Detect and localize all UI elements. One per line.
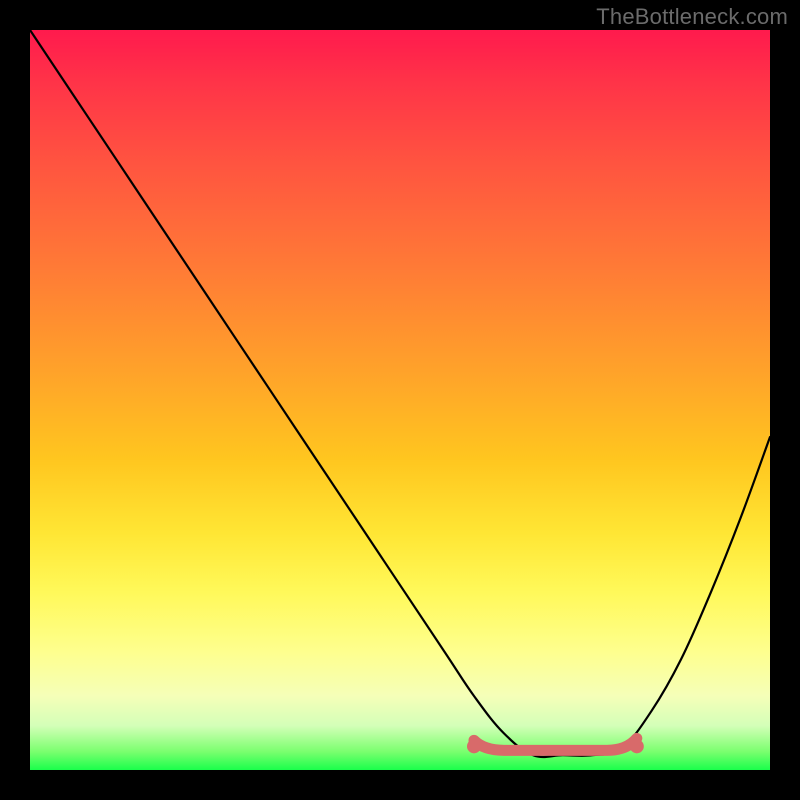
highlight-dot-right (630, 739, 644, 753)
watermark-text: TheBottleneck.com (596, 4, 788, 30)
bottleneck-curve (30, 30, 770, 757)
highlight-dot-left (467, 739, 481, 753)
highlight-band (474, 738, 637, 750)
curve-layer (30, 30, 770, 770)
plot-area (30, 30, 770, 770)
chart-frame: TheBottleneck.com (0, 0, 800, 800)
